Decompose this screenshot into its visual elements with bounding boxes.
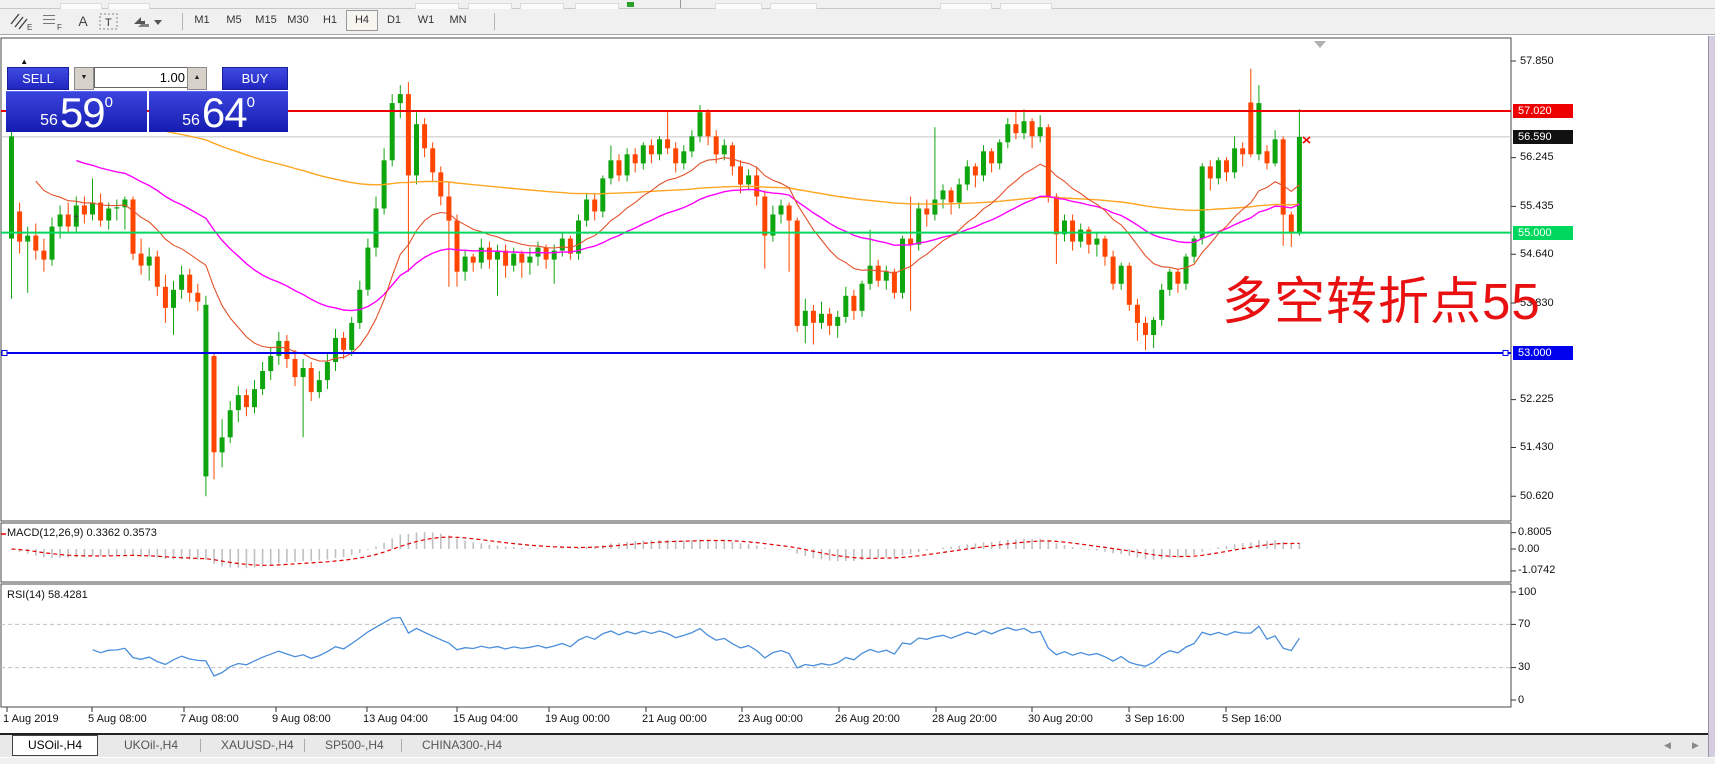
buy-price-big: 64: [202, 94, 247, 132]
sell-quote[interactable]: 56 59 0: [6, 91, 147, 132]
sell-price-sup: 0: [105, 96, 113, 110]
macd-values: 0.3362 0.3573: [86, 527, 156, 539]
sell-button[interactable]: SELL: [7, 67, 69, 90]
trading-app-window: † E F A T M1M5M15M30H1H4D1W: [0, 0, 1715, 764]
sell-price-big: 59: [60, 94, 105, 132]
buy-quote[interactable]: 56 64 0: [149, 91, 288, 132]
macd-label: MACD(12,26,9) 0.3362 0.3573: [7, 527, 157, 539]
volume-input[interactable]: [94, 67, 192, 88]
svg-text:†: †: [73, 214, 79, 225]
buy-price-small: 56: [182, 110, 200, 132]
chart-annotation-text: 多空转折点55: [1222, 260, 1541, 334]
rsi-label: RSI(14) 58.4281: [7, 589, 88, 601]
volume-up-button[interactable]: ▲: [187, 67, 207, 90]
collapse-icon[interactable]: ▲: [20, 57, 28, 66]
volume-down-button[interactable]: ▼: [74, 67, 94, 90]
sell-price-small: 56: [40, 110, 58, 132]
buy-button[interactable]: BUY: [222, 67, 288, 90]
buy-price-sup: 0: [247, 96, 255, 110]
rsi-value: 58.4281: [48, 589, 88, 601]
